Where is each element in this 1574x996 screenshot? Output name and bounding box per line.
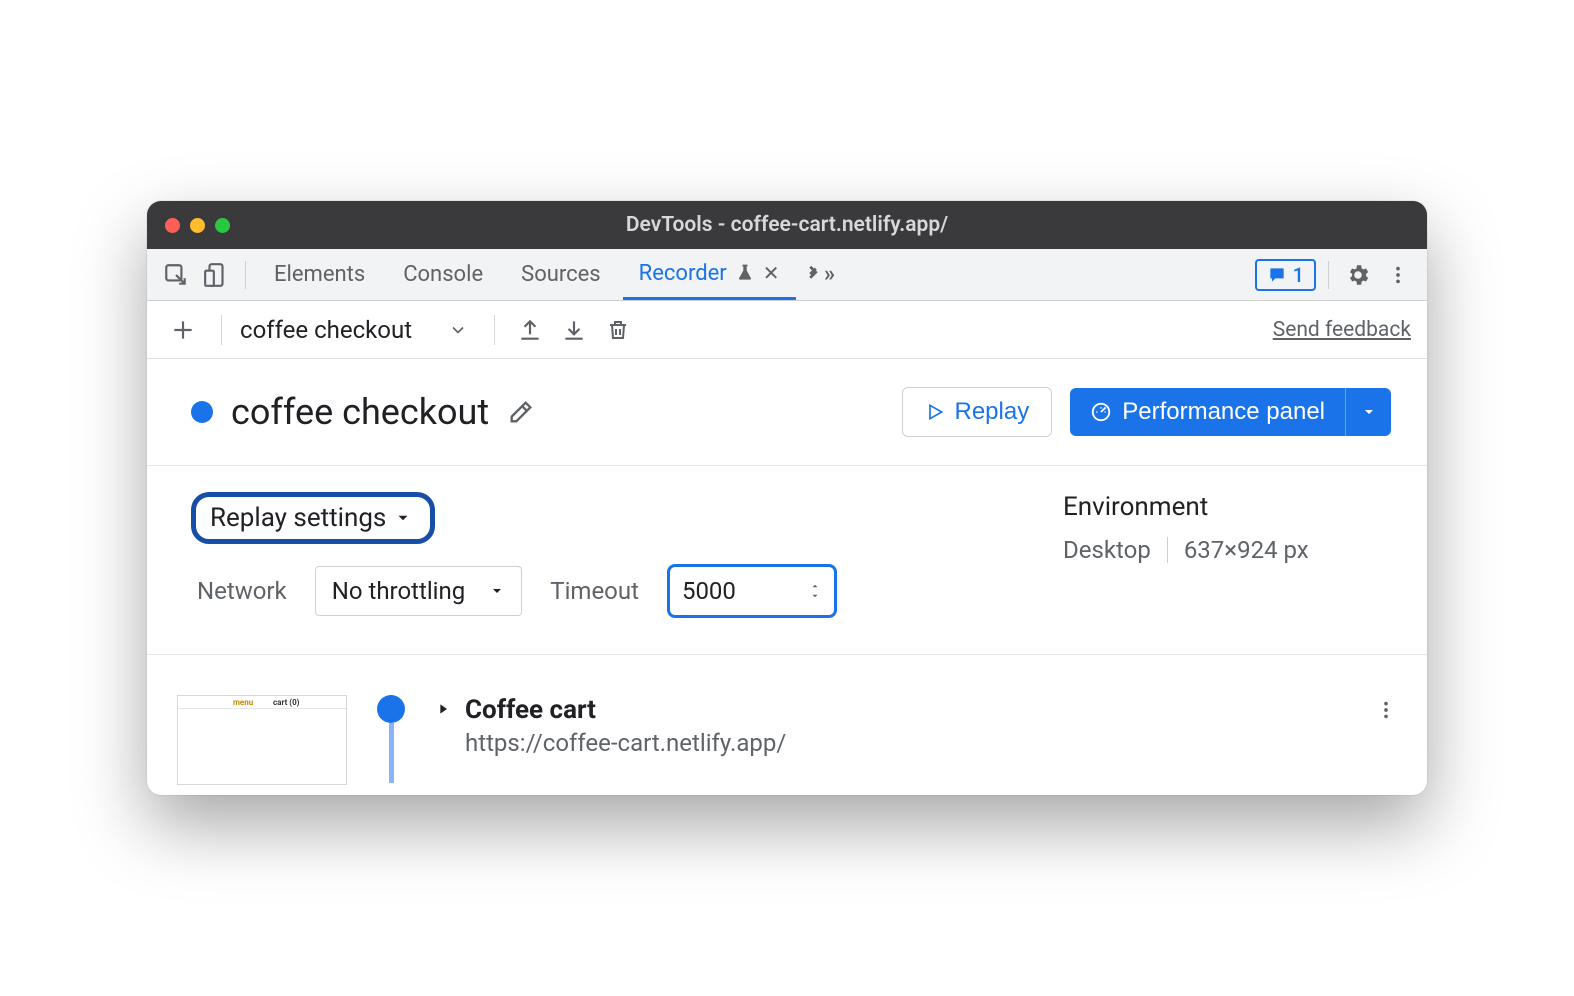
new-recording-button[interactable] <box>163 310 203 350</box>
recording-name: coffee checkout <box>240 316 412 344</box>
recording-header: coffee checkout Replay Performance panel <box>147 359 1427 466</box>
caret-down-icon <box>394 509 412 527</box>
close-tab-icon[interactable]: ✕ <box>763 261 780 285</box>
play-icon <box>925 402 945 422</box>
maximize-window-button[interactable] <box>215 218 230 233</box>
caret-down-icon <box>1361 404 1377 420</box>
timeout-value: 5000 <box>682 577 736 605</box>
tab-label: Recorder <box>639 261 727 286</box>
flask-icon <box>735 263 755 283</box>
environment-device: Desktop <box>1063 536 1151 564</box>
send-feedback-link[interactable]: Send feedback <box>1273 318 1411 342</box>
close-window-button[interactable] <box>165 218 180 233</box>
throttling-value: No throttling <box>332 577 466 605</box>
separator <box>494 315 495 345</box>
traffic-lights <box>165 218 230 233</box>
replay-settings-toggle[interactable]: Replay settings <box>191 492 435 544</box>
separator <box>245 261 246 289</box>
more-tabs-icon[interactable]: » <box>802 258 836 292</box>
inspect-element-icon[interactable] <box>159 258 193 292</box>
recording-status-dot <box>191 401 213 423</box>
timeout-input[interactable]: 5000 <box>667 564 837 618</box>
edit-title-icon[interactable] <box>507 398 535 426</box>
devtools-tabstrip: Elements Console Sources Recorder ✕ » 1 <box>147 249 1427 301</box>
titlebar: DevTools - coffee-cart.netlify.app/ <box>147 201 1427 249</box>
tab-label: Console <box>403 262 483 287</box>
tab-sources[interactable]: Sources <box>505 249 617 300</box>
caret-down-icon <box>489 583 505 599</box>
gauge-icon <box>1090 401 1112 423</box>
environment-heading: Environment <box>1063 492 1383 522</box>
message-icon <box>1267 265 1287 285</box>
step-menu-icon[interactable] <box>1375 699 1397 721</box>
settings-icon[interactable] <box>1341 258 1375 292</box>
timeline <box>371 695 411 783</box>
recorder-toolbar: coffee checkout Send feedback <box>147 301 1427 359</box>
issues-badge[interactable]: 1 <box>1255 259 1316 291</box>
separator <box>1167 537 1168 563</box>
tab-recorder[interactable]: Recorder ✕ <box>623 249 796 300</box>
issues-count: 1 <box>1293 263 1304 287</box>
tab-label: Elements <box>274 262 365 287</box>
replay-button[interactable]: Replay <box>902 387 1053 437</box>
performance-dropdown-button[interactable] <box>1345 388 1391 436</box>
timeline-line <box>389 723 394 783</box>
device-toolbar-icon[interactable] <box>199 258 233 292</box>
step-title: Coffee cart <box>465 695 786 725</box>
export-icon[interactable] <box>513 313 547 347</box>
step-url: https://coffee-cart.netlify.app/ <box>465 729 786 757</box>
environment-viewport: 637×924 px <box>1184 536 1309 564</box>
step-thumbnail[interactable]: menucart (0) <box>177 695 347 785</box>
kebab-menu-icon[interactable] <box>1381 258 1415 292</box>
performance-panel-button[interactable]: Performance panel <box>1070 388 1345 436</box>
separator <box>1328 261 1329 289</box>
tab-label: Sources <box>521 262 601 287</box>
performance-button-group: Performance panel <box>1070 388 1391 436</box>
stepper-icon[interactable] <box>808 581 822 601</box>
tab-elements[interactable]: Elements <box>258 249 381 300</box>
recording-steps: menucart (0) Coffee cart https://coffee-… <box>147 655 1427 795</box>
chevron-down-icon <box>448 320 468 340</box>
timeline-dot <box>377 695 405 723</box>
window-title: DevTools - coffee-cart.netlify.app/ <box>147 213 1427 237</box>
tab-console[interactable]: Console <box>387 249 499 300</box>
timeout-label: Timeout <box>550 577 639 605</box>
network-throttling-select[interactable]: No throttling <box>315 566 523 616</box>
separator <box>221 315 222 345</box>
network-label: Network <box>197 577 287 605</box>
expand-step-icon[interactable] <box>435 701 451 717</box>
import-icon[interactable] <box>557 313 591 347</box>
minimize-window-button[interactable] <box>190 218 205 233</box>
delete-icon[interactable] <box>601 313 635 347</box>
replay-settings-panel: Replay settings Network No throttling Ti… <box>147 466 1427 655</box>
recording-selector[interactable]: coffee checkout <box>240 316 476 344</box>
replay-settings-label: Replay settings <box>210 503 386 533</box>
performance-label: Performance panel <box>1122 398 1325 426</box>
replay-label: Replay <box>955 398 1030 426</box>
devtools-window: DevTools - coffee-cart.netlify.app/ Elem… <box>147 201 1427 795</box>
recording-title: coffee checkout <box>231 391 489 433</box>
